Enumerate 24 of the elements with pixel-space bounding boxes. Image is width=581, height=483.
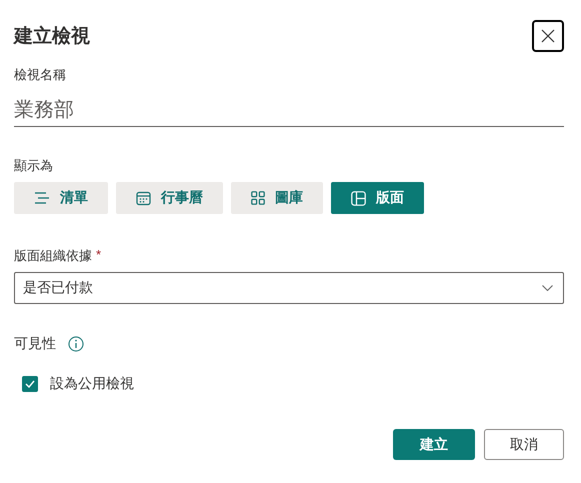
close-button[interactable] [532,20,564,52]
check-icon [25,380,35,388]
calendar-icon [136,190,151,206]
view-option-button[interactable]: 圖庫 [231,182,323,214]
checkbox[interactable] [22,376,38,392]
view-option-button[interactable]: 行事曆 [116,182,223,214]
info-icon[interactable] [68,336,84,352]
board-icon [351,190,366,206]
checkbox-label: 設為公用檢視 [50,375,134,393]
cancel-button[interactable]: 取消 [484,429,564,460]
required-mark: * [96,247,102,264]
field-label: 檢視名稱 [14,66,66,84]
field-label: 顯示為 [14,157,53,175]
chevron-down-icon [542,285,553,291]
section-label: 可見性 [14,335,56,353]
view-option-button[interactable]: 清單 [14,182,108,214]
list-icon [34,191,50,205]
create-button[interactable]: 建立 [393,429,475,460]
field-label: 版面組織依據 [14,247,92,265]
dropdown[interactable]: 是否已付款 [14,272,564,304]
dialog-title: 建立檢視 [14,24,90,49]
view-option-button[interactable]: 版面 [331,182,424,214]
close-icon [540,28,556,44]
grid-icon [251,191,265,205]
